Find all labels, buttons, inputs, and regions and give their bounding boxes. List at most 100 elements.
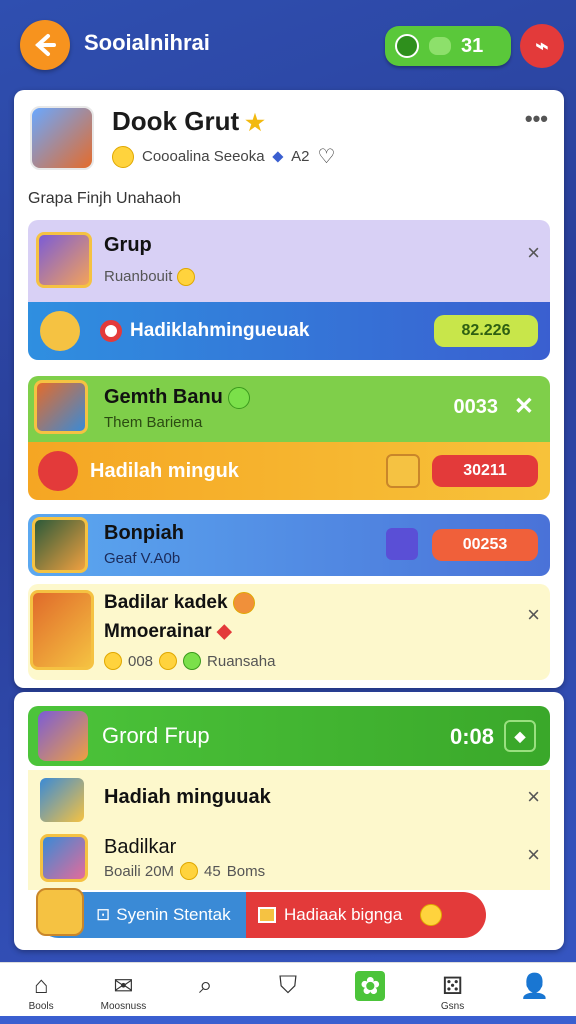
item-title: Bonpiah — [104, 522, 184, 544]
more-options-icon[interactable]: ••• — [525, 106, 548, 132]
board-icon — [40, 778, 84, 822]
item-value: 00253 — [432, 529, 538, 561]
clock-icon: ⊡ — [96, 905, 111, 924]
item-title: Badilar kadek — [104, 592, 255, 614]
leaf-icon: ✿ — [355, 971, 386, 1001]
ribbon-label: Hadiklahmingueuak — [130, 320, 310, 341]
top-bar: Sooialnihrai 31 ⌁ — [0, 0, 576, 88]
item-title-2: Mmoerainar ◆ — [104, 621, 232, 642]
envelope-icon: ✉ — [113, 972, 134, 1000]
meta-count: A2 — [291, 148, 310, 165]
ribbon-label: Hadilah minguk — [90, 459, 239, 482]
record-icon — [100, 320, 122, 342]
smile-icon — [159, 652, 178, 670]
group-avatar — [38, 711, 88, 761]
user-icon: 👤 — [519, 972, 550, 1000]
gift-icon — [40, 311, 80, 351]
nav-games[interactable]: ⚄ Gsns — [421, 971, 485, 1013]
list-item[interactable]: Badilar kadek Mmoerainar ◆ 008 Ruansaha … — [28, 584, 550, 680]
chest-icon — [386, 454, 420, 488]
item-thumbnail — [40, 834, 88, 882]
back-button[interactable] — [20, 20, 70, 70]
smile-icon — [176, 268, 195, 287]
item-sub: Them Bariema — [104, 414, 203, 431]
heart-icon — [38, 451, 78, 491]
group-title: Grord Frup — [102, 723, 210, 748]
item-thumbnail — [36, 232, 92, 288]
group-meta: Coooalina Seeoka ⬥ A2 ♡ — [112, 144, 335, 169]
group-name: Dook Grut ★ — [112, 106, 265, 136]
ribbon-value: 82.226 — [434, 315, 538, 347]
shield-icon: ⛉ — [278, 972, 297, 999]
nav-shield[interactable]: ⛉ — [256, 971, 320, 1001]
chest-icon — [36, 888, 84, 936]
nav-label: Moosnuss — [100, 1001, 147, 1012]
close-icon[interactable]: × — [527, 842, 540, 868]
flag-icon — [258, 907, 276, 923]
item-sub: 008 Ruansaha — [104, 652, 275, 670]
nav-search[interactable]: ⌕ — [174, 971, 238, 1001]
chat-icon — [395, 34, 419, 58]
list-item[interactable]: Hadiah minguuak × — [28, 770, 550, 828]
star-icon: ★ — [245, 110, 265, 135]
nav-moments[interactable]: ✉ Moosnuss — [91, 971, 155, 1013]
app-title: Sooialnihrai — [84, 30, 210, 55]
bottom-strip — [0, 1016, 576, 1024]
diamond-icon[interactable]: ◆ — [504, 720, 536, 752]
item-title: Badilkar — [104, 836, 177, 858]
item-title: Gemth Banu — [104, 386, 251, 409]
notifications-button[interactable]: ⌁ — [520, 24, 564, 68]
reward-ribbon[interactable]: Hadiklahmingueuak 82.226 — [28, 302, 550, 360]
item-title: Hadiah minguuak — [104, 786, 271, 808]
group-avatar[interactable] — [30, 106, 94, 170]
list-item[interactable]: Badilkar Boaili 20M 45 Boms × — [28, 828, 550, 890]
smile-icon — [420, 904, 443, 926]
close-icon[interactable]: × — [527, 602, 540, 628]
leaf-icon — [429, 37, 451, 55]
item-thumbnail — [34, 380, 88, 434]
ribbon-value: 30211 — [432, 455, 538, 487]
section-label: Grapa Finjh Unahaoh — [28, 190, 181, 207]
share-icon: ⬥ — [272, 148, 284, 165]
group-header[interactable]: Grord Frup 0:08 ◆ — [28, 706, 550, 766]
action-right-label: Hadiaak bignga — [284, 905, 403, 924]
action-left-label: Syenin Stentak — [116, 905, 231, 924]
item-title: Grup — [104, 234, 152, 256]
list-item[interactable]: Bonpiah Geaf V.A0b 00253 — [28, 514, 550, 576]
list-item[interactable]: Gemth Banu Them Bariema 0033 ✕ — [28, 376, 550, 442]
heart-icon[interactable]: ♡ — [317, 144, 335, 169]
food-icon — [232, 592, 255, 614]
close-icon[interactable]: × — [527, 784, 540, 810]
item-thumbnail — [30, 590, 94, 670]
home-icon: ⌂ — [33, 972, 49, 999]
action-right-button[interactable]: Hadiaak bignga — [246, 892, 486, 938]
group-card-2: Grord Frup 0:08 ◆ Hadiah minguuak × Badi… — [14, 692, 564, 950]
smile-icon — [112, 145, 134, 168]
list-item[interactable]: Grup Ruanbouit × — [28, 220, 550, 302]
score-pill[interactable]: 31 — [385, 26, 511, 66]
nav-active[interactable]: ✿ — [338, 971, 402, 1001]
search-icon: ⌕ — [198, 972, 213, 999]
group-card: Dook Grut ★ Coooalina Seeoka ⬥ A2 ♡ ••• G… — [14, 90, 564, 688]
smile-icon — [228, 386, 251, 409]
dice-icon — [386, 528, 418, 560]
nav-home[interactable]: ⌂ Bools — [9, 971, 73, 1012]
score-value: 31 — [461, 34, 484, 57]
alert-icon: ⌁ — [535, 33, 549, 58]
item-thumbnail — [32, 517, 88, 573]
nav-profile[interactable]: 👤 — [503, 971, 567, 1001]
bottom-nav: ⌂ Bools ✉ Moosnuss ⌕ ⛉ ✿ ⚄ Gsns 👤 — [0, 962, 576, 1024]
nav-label: Bools — [28, 1001, 54, 1012]
meta-text: Coooalina Seeoka — [142, 148, 265, 165]
close-icon[interactable]: × — [527, 240, 540, 266]
smile-icon — [104, 652, 122, 670]
item-sub: Geaf V.A0b — [104, 550, 181, 567]
reward-ribbon[interactable]: Hadilah minguk 30211 — [28, 442, 550, 500]
meat-icon: ◆ — [216, 621, 232, 642]
smile-icon — [183, 652, 202, 670]
pin-icon[interactable]: ✕ — [514, 392, 534, 421]
item-sub: Boaili 20M 45 Boms — [104, 862, 266, 880]
nav-label: Gsns — [440, 1001, 465, 1012]
item-value: 0033 — [453, 396, 499, 418]
smile-icon — [180, 862, 199, 880]
